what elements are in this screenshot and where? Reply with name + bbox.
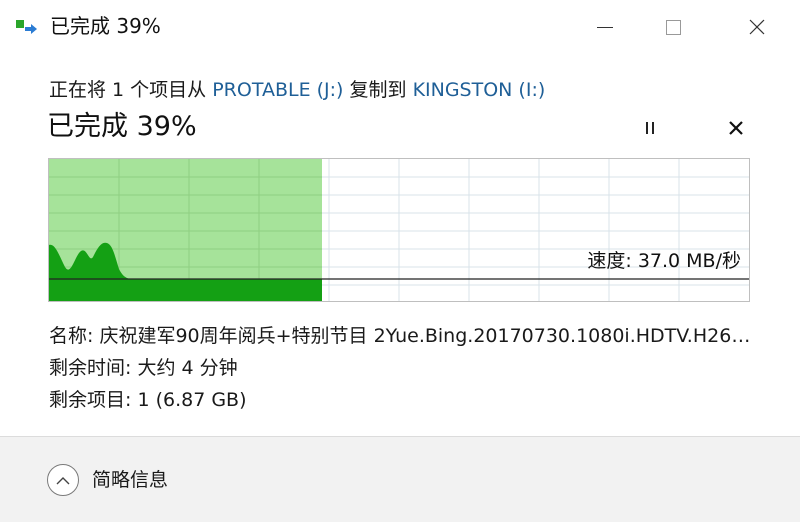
source-location-link[interactable]: PROTABLE (J:) bbox=[212, 79, 343, 101]
operation-middle: 复制到 bbox=[343, 79, 413, 101]
cancel-icon bbox=[729, 121, 743, 135]
progress-status: 已完成 39% bbox=[47, 111, 197, 142]
operation-prefix: 正在将 1 个项目从 bbox=[49, 79, 213, 101]
chevron-up-icon bbox=[56, 476, 70, 484]
maximize-button[interactable] bbox=[650, 0, 696, 54]
fewer-details-toggle[interactable] bbox=[47, 464, 79, 496]
title-bar: 已完成 39% bbox=[0, 0, 800, 54]
transfer-speed-graph: 速度: 37.0 MB/秒 bbox=[48, 158, 750, 302]
pause-button[interactable] bbox=[636, 114, 664, 142]
speed-label: 速度: 37.0 MB/秒 bbox=[587, 250, 741, 272]
pause-icon bbox=[644, 122, 656, 134]
dialog-footer: 简略信息 bbox=[0, 437, 800, 522]
file-copy-icon bbox=[16, 20, 37, 34]
file-name: 名称: 庆祝建军90周年阅兵+特别节目 2Yue.Bing.20170730.1… bbox=[49, 325, 754, 347]
speed-graph-canvas bbox=[49, 159, 749, 301]
window-close-button[interactable] bbox=[734, 0, 780, 54]
items-remaining: 剩余项目: 1 (6.87 GB) bbox=[49, 389, 247, 411]
maximize-icon bbox=[665, 19, 681, 35]
minimize-icon bbox=[597, 26, 613, 28]
minimize-button[interactable] bbox=[582, 0, 628, 54]
cancel-button[interactable] bbox=[722, 114, 750, 142]
close-icon bbox=[749, 19, 765, 35]
fewer-details-label[interactable]: 简略信息 bbox=[92, 466, 168, 494]
operation-description: 正在将 1 个项目从 PROTABLE (J:) 复制到 KINGSTON (I… bbox=[49, 76, 545, 104]
time-remaining: 剩余时间: 大约 4 分钟 bbox=[49, 357, 238, 379]
window-title: 已完成 39% bbox=[50, 14, 161, 38]
destination-location-link[interactable]: KINGSTON (I:) bbox=[413, 79, 546, 101]
